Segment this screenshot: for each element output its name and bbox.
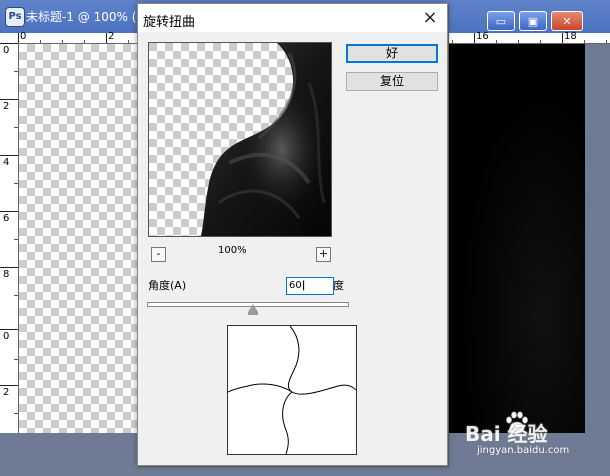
canvas-transparent-area[interactable]	[19, 44, 137, 433]
zoom-out-button[interactable]: -	[151, 247, 166, 262]
preview-image	[149, 43, 331, 236]
twirl-shape-preview	[227, 325, 357, 455]
angle-slider-thumb[interactable]	[248, 304, 258, 312]
document-title: 未标题-1 @ 100% (	[26, 10, 137, 24]
baidu-watermark: Bai 经验 jingyan.baidu.com	[465, 405, 605, 465]
angle-input[interactable]: 60|	[286, 277, 334, 295]
vruler-label: 8	[3, 269, 10, 280]
vruler-label: 2	[3, 101, 10, 112]
vruler-label: 2	[3, 387, 10, 398]
hruler-label: 18	[564, 31, 577, 42]
twirl-curves-icon	[227, 325, 357, 455]
watermark-url: jingyan.baidu.com	[477, 445, 570, 456]
vertical-ruler[interactable]: 0 2 4 6 8 0 2	[0, 43, 19, 433]
dialog-title: 旋转扭曲	[143, 15, 196, 30]
vruler-label: 0	[3, 45, 10, 56]
close-icon: ✕	[562, 14, 572, 28]
twirl-dialog: 旋转扭曲 × - 100% + 好 复位 角度(A) 60| 度	[137, 3, 448, 466]
vruler-label: 0	[3, 331, 10, 342]
watermark-brand: Bai 经验	[465, 422, 548, 446]
close-button[interactable]: ✕	[551, 11, 583, 31]
zoom-level: 100%	[218, 245, 247, 256]
close-icon: ×	[422, 7, 438, 28]
minimize-icon: ▭	[495, 14, 507, 28]
maximize-button[interactable]: ▣	[519, 11, 547, 31]
maximize-icon: ▣	[527, 14, 539, 28]
angle-unit: 度	[333, 279, 344, 292]
document-scroll-area	[585, 44, 610, 433]
filter-preview[interactable]	[148, 42, 332, 237]
vruler-label: 6	[3, 213, 10, 224]
hruler-label: 0	[20, 31, 27, 42]
dialog-close-button[interactable]: ×	[419, 8, 441, 28]
vruler-label: 4	[3, 157, 10, 168]
hruler-label: 16	[476, 31, 489, 42]
canvas-image-area[interactable]	[445, 44, 585, 433]
minimize-button[interactable]: ▭	[487, 11, 515, 31]
reset-button[interactable]: 复位	[346, 72, 438, 91]
angle-slider-thumb-base[interactable]	[248, 312, 258, 315]
ok-button[interactable]: 好	[346, 44, 438, 63]
hruler-label: 2	[108, 31, 115, 42]
zoom-in-button[interactable]: +	[316, 247, 331, 262]
dialog-titlebar[interactable]: 旋转扭曲 ×	[138, 4, 447, 32]
angle-label: 角度(A)	[148, 279, 187, 292]
angle-value: 60	[289, 280, 302, 291]
photoshop-app-icon: Ps	[5, 7, 25, 27]
